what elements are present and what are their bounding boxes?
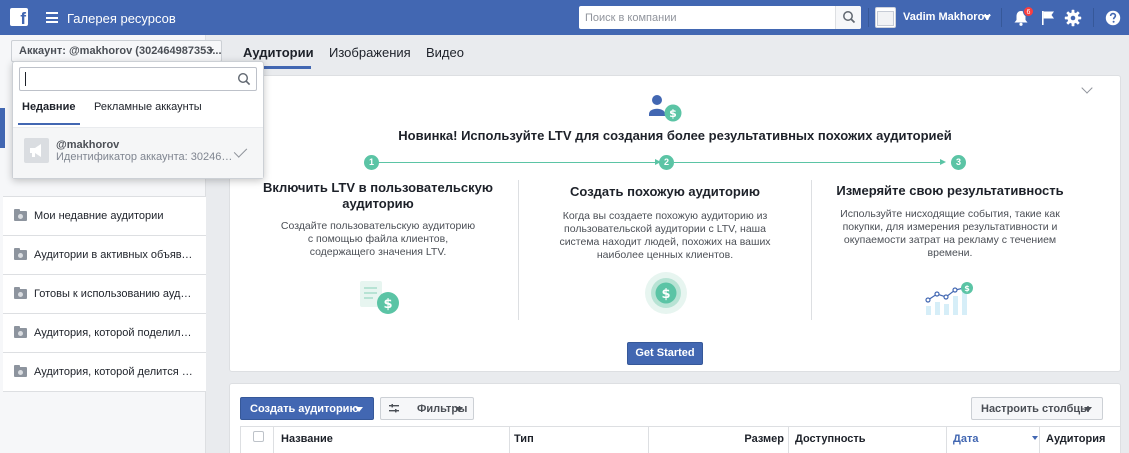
column-header-size[interactable]: Размер — [649, 427, 789, 453]
tab-audiences[interactable]: Аудитории — [243, 45, 314, 60]
sidebar-accent — [0, 108, 5, 148]
step-connector — [378, 162, 660, 163]
folder-item[interactable]: Аудитория, которой делится аккаунт — [3, 353, 206, 392]
folder-item-label: Готовы к использованию аудитории — [34, 288, 196, 300]
megaphone-icon — [30, 144, 41, 157]
step-number: 1 — [364, 155, 379, 170]
folder-item-label: Аудитория, которой поделились с вами — [34, 327, 196, 339]
company-search-input[interactable] — [579, 6, 834, 29]
step-description: Используйте нисходящие события, такие ка… — [840, 208, 1060, 259]
flag-icon[interactable] — [1038, 8, 1058, 28]
account-name: @makhorov — [56, 139, 120, 151]
folder-item-label: Аудитории в активных объявлениях — [34, 249, 196, 261]
chevron-down-icon — [455, 407, 463, 412]
svg-text:$: $ — [383, 297, 392, 312]
chevron-down-icon — [355, 407, 363, 412]
column-header-date[interactable]: Дата — [947, 427, 1040, 453]
table-header-row: Название Тип Размер Доступность Дата Ауд… — [240, 426, 1121, 453]
folder-icon — [14, 326, 27, 338]
target-money-icon: $ — [645, 272, 687, 314]
folder-icon — [14, 365, 27, 377]
hamburger-menu-icon[interactable] — [46, 12, 58, 23]
folder-item[interactable]: Готовы к использованию аудитории — [3, 275, 206, 314]
text-cursor — [25, 72, 26, 86]
step-title: Включить LTV в пользовательскую аудитори… — [263, 180, 493, 211]
svg-text:$: $ — [661, 287, 670, 302]
account-search — [19, 67, 257, 91]
folder-item[interactable]: Мои недавние аудитории — [3, 197, 206, 236]
promo-title: Новинка! Используйте LTV для создания бо… — [398, 128, 952, 143]
active-tab-indicator — [18, 123, 80, 125]
step-title: Измеряйте свою результативность — [836, 183, 1064, 198]
create-audience-label: Создать аудиторию — [250, 403, 359, 415]
notification-badge: 6 — [1023, 6, 1034, 17]
column-header-date-label: Дата — [953, 433, 979, 445]
facebook-logo-icon[interactable]: f — [10, 8, 28, 28]
folder-item-label: Мои недавние аудитории — [34, 210, 164, 222]
step-description: Создайте пользовательскую аудиторию с по… — [280, 220, 476, 258]
step-arrow — [940, 159, 946, 165]
folder-item-label: Аудитория, которой делится аккаунт — [34, 366, 196, 378]
folder-icon — [14, 248, 27, 260]
tab-recent[interactable]: Недавние — [22, 101, 75, 113]
search-icon — [237, 72, 251, 86]
get-started-button[interactable]: Get Started — [627, 342, 703, 365]
account-id: Идентификатор аккаунта: 302464987353 — [56, 151, 236, 163]
sort-descending-icon — [1032, 436, 1038, 440]
chevron-down-icon — [1084, 407, 1092, 412]
account-selector-caret-icon[interactable] — [208, 49, 214, 53]
create-audience-button[interactable]: Создать аудиторию — [240, 397, 374, 420]
customize-columns-button[interactable]: Настроить столбцы — [971, 397, 1103, 420]
user-menu-caret-icon[interactable] — [983, 15, 991, 20]
column-header-availability[interactable]: Доступность — [789, 427, 947, 453]
tab-ad-accounts[interactable]: Рекламные аккаунты — [94, 101, 202, 113]
search-icon — [843, 11, 856, 24]
step-description: Когда вы создаете похожую аудиторию из п… — [559, 210, 771, 261]
gear-icon[interactable] — [1063, 8, 1083, 28]
app-title[interactable]: Галерея ресурсов — [67, 11, 176, 26]
filter-icon — [389, 404, 399, 413]
account-selector[interactable]: Аккаунт: @makhorov (302464987353... — [11, 40, 222, 62]
step-number: 2 — [659, 155, 674, 170]
audience-money-icon: $ — [649, 95, 682, 122]
column-header-audience[interactable]: Аудитория — [1040, 427, 1122, 453]
folder-icon — [14, 287, 27, 299]
folder-icon — [14, 209, 27, 221]
step-number: 3 — [951, 155, 966, 170]
account-avatar — [24, 138, 49, 163]
column-divider — [811, 180, 812, 320]
column-header-name[interactable]: Название — [274, 427, 510, 453]
top-divider — [1001, 8, 1002, 27]
folder-list: Мои недавние аудитории Аудитории в актив… — [3, 196, 206, 392]
company-search — [579, 6, 861, 29]
folder-item[interactable]: Аудитории в активных объявлениях — [3, 236, 206, 275]
account-search-input[interactable] — [20, 68, 230, 90]
user-avatar[interactable] — [875, 7, 896, 28]
tab-images[interactable]: Изображения — [329, 45, 411, 60]
svg-text:$: $ — [964, 284, 970, 293]
step-connector — [674, 162, 944, 163]
top-divider — [1093, 8, 1094, 27]
column-divider — [518, 180, 519, 320]
document-money-icon: $ — [360, 281, 399, 314]
folder-item[interactable]: Аудитория, которой поделились с вами — [3, 314, 206, 353]
help-icon[interactable] — [1103, 8, 1123, 28]
user-name[interactable]: Vadim Makhorov — [903, 11, 990, 23]
customize-columns-label: Настроить столбцы — [981, 403, 1090, 415]
growth-chart-icon: $ — [925, 282, 973, 315]
step-title: Создать похожую аудиторию — [570, 184, 760, 199]
tab-videos[interactable]: Видео — [426, 45, 464, 60]
filters-button[interactable]: Фильтры — [380, 397, 474, 420]
select-all-cell — [241, 427, 274, 453]
top-divider — [868, 8, 869, 27]
svg-text:$: $ — [669, 107, 677, 120]
column-header-type[interactable]: Тип — [510, 427, 649, 453]
company-search-button[interactable] — [835, 6, 861, 29]
select-all-checkbox[interactable] — [253, 431, 264, 442]
